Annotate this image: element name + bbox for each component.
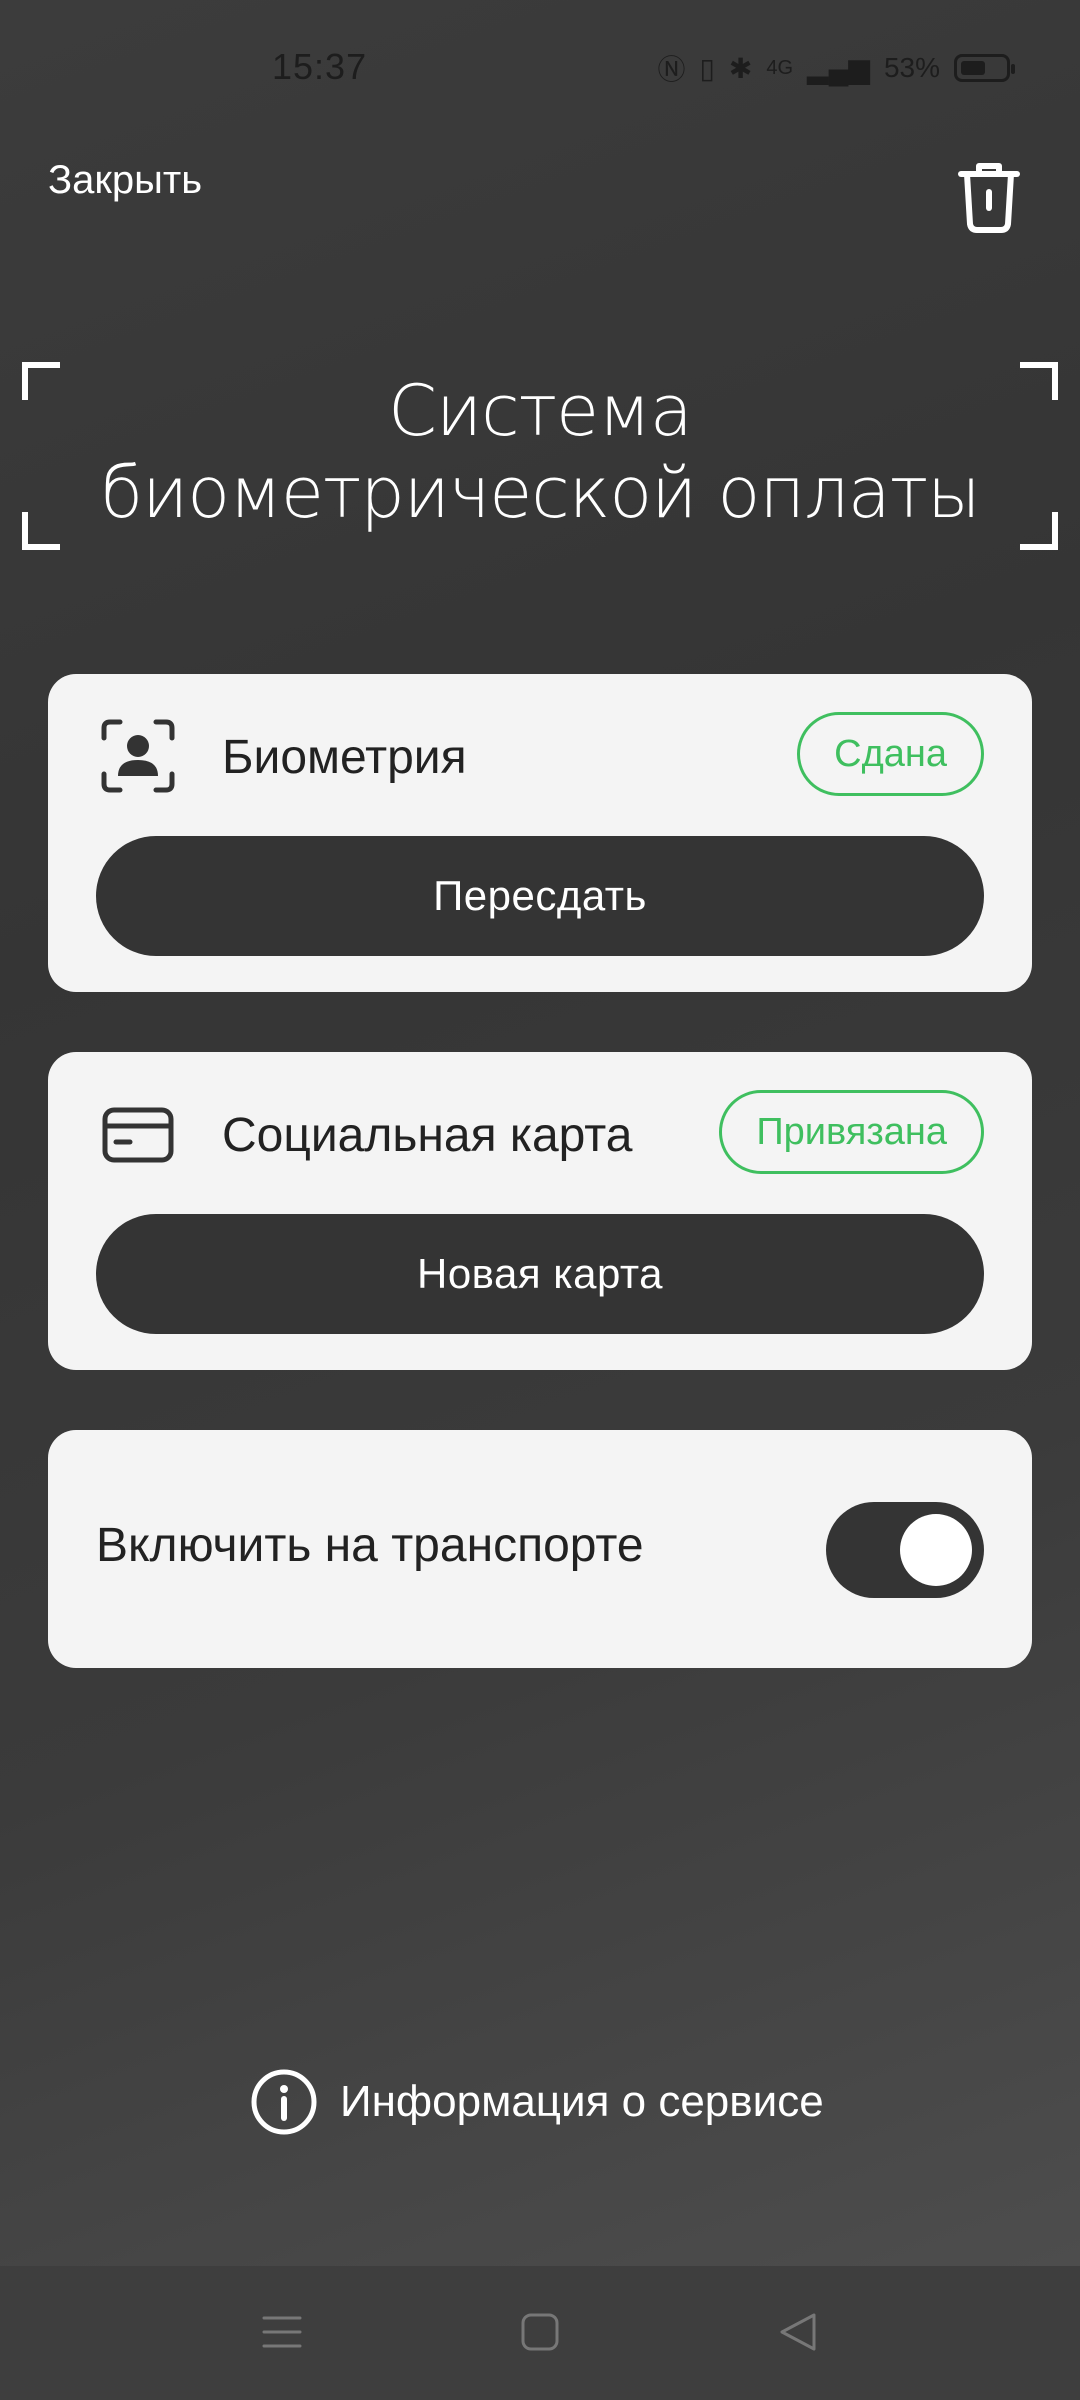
- retake-biometry-button[interactable]: Пересдать: [96, 836, 984, 956]
- info-icon: [251, 2069, 317, 2135]
- home-icon[interactable]: [518, 2310, 562, 2354]
- transport-toggle[interactable]: [826, 1502, 984, 1598]
- page-title-line2: биометрической оплаты: [100, 452, 980, 534]
- biometry-label: Биометрия: [222, 731, 467, 784]
- menu-icon[interactable]: [260, 2310, 304, 2354]
- face-id-icon: [101, 719, 175, 793]
- vibrate-icon: ▯: [699, 52, 715, 84]
- service-info-link[interactable]: Информация о сервисе: [250, 2068, 824, 2136]
- bluetooth-icon: ✱: [728, 52, 753, 84]
- social-card-status-badge: Привязана: [719, 1090, 984, 1174]
- toggle-knob: [900, 1514, 972, 1586]
- service-info-label: Информация о сервисе: [340, 2077, 824, 2126]
- biometry-status-badge: Сдана: [797, 712, 984, 796]
- transport-toggle-label: Включить на транспорте: [96, 1519, 644, 1572]
- biometry-card: Биометрия Сдана Пересдать: [48, 674, 1032, 992]
- transport-card: Включить на транспорте: [48, 1430, 1032, 1668]
- title-frame: Система биометрической оплаты: [22, 362, 1058, 550]
- system-nav-bar: [0, 2266, 1080, 2400]
- status-bar: 15:37 Ⓝ ▯ ✱ 4G ▂▄▆ 53%: [0, 0, 1080, 140]
- status-icons: Ⓝ ▯ ✱ 4G ▂▄▆ 53%: [657, 48, 1015, 88]
- battery-percent: 53%: [883, 52, 940, 83]
- social-card-card: Социальная карта Привязана Новая карта: [48, 1052, 1032, 1370]
- page-title: Система биометрической оплаты: [22, 370, 1058, 534]
- biometry-row: Биометрия Сдана: [48, 710, 1032, 800]
- page-title-line1: Система: [388, 370, 693, 452]
- social-card-row: Социальная карта Привязана: [48, 1088, 1032, 1178]
- back-icon[interactable]: [776, 2310, 820, 2354]
- status-time: 15:37: [272, 46, 368, 87]
- signal-icon: ▂▄▆: [807, 52, 870, 84]
- network-label: 4G: [766, 56, 794, 79]
- delete-button[interactable]: [955, 160, 1023, 234]
- trash-icon: [958, 163, 1020, 233]
- social-card-label: Социальная карта: [222, 1109, 633, 1162]
- battery-icon: [954, 54, 1015, 82]
- card-icon: [102, 1107, 174, 1163]
- nfc-icon: Ⓝ: [657, 54, 686, 85]
- new-card-button[interactable]: Новая карта: [96, 1214, 984, 1334]
- close-button[interactable]: Закрыть: [48, 158, 202, 203]
